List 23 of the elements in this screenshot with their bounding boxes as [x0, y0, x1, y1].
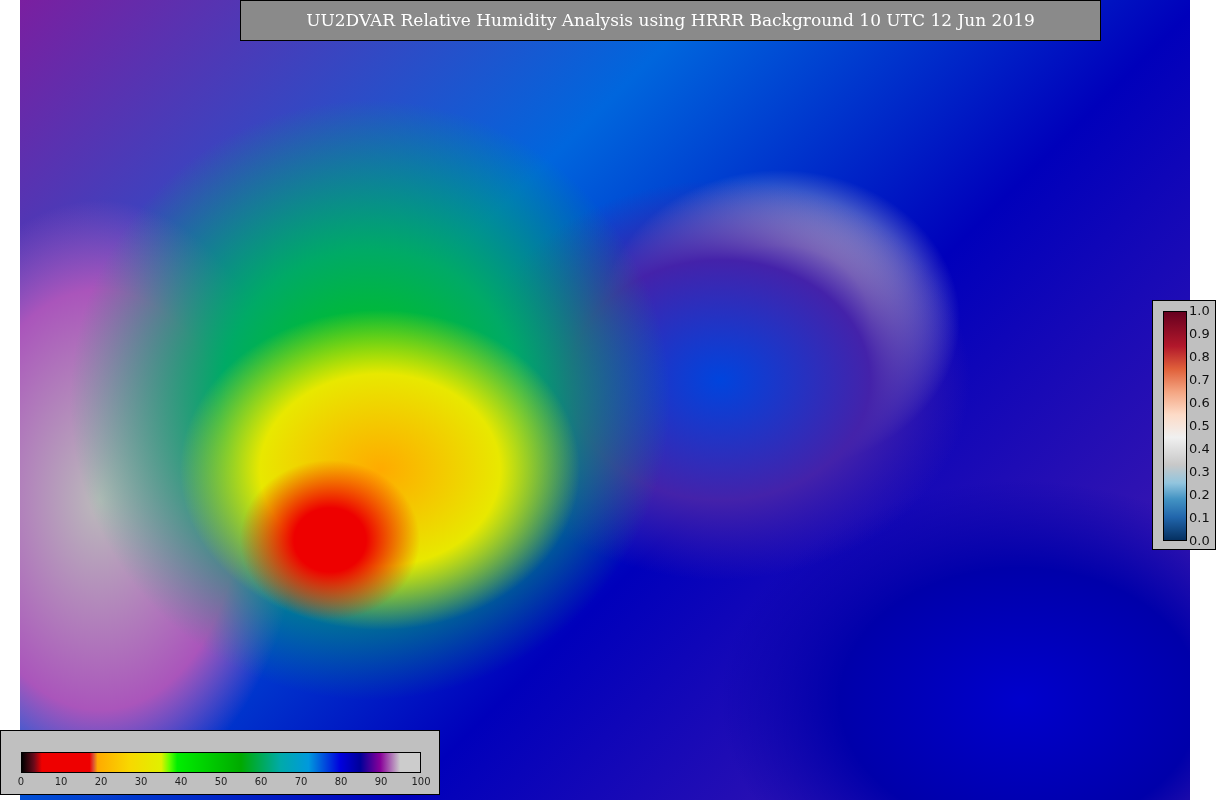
tick-label: 0.4 [1189, 441, 1210, 457]
tick-label: 0.3 [1189, 464, 1210, 480]
tick-label: 70 [293, 775, 309, 789]
tick-label: 90 [373, 775, 389, 789]
tick-label: 0.1 [1189, 510, 1210, 526]
tick-label: 0.0 [1189, 533, 1210, 549]
tick-label: 20 [93, 775, 109, 789]
tick-label: 0.6 [1189, 395, 1210, 411]
tick-label: 0 [16, 775, 26, 789]
tick-label: 100 [410, 775, 432, 789]
tick-label: 40 [173, 775, 189, 789]
tick-label: 80 [333, 775, 349, 789]
tick-label: 0.2 [1189, 487, 1210, 503]
tick-label: 10 [53, 775, 69, 789]
tick-label: 30 [133, 775, 149, 789]
tick-label: 0.5 [1189, 418, 1210, 434]
tick-label: 50 [213, 775, 229, 789]
map-title: UU2DVAR Relative Humidity Analysis using HRRR Background 10 UTC 12 Jun 2019 [306, 8, 1035, 32]
tick-label: 1.0 [1189, 303, 1210, 319]
tick-label: 0.7 [1189, 372, 1210, 388]
tick-label: 60 [253, 775, 269, 789]
tick-label: 0.9 [1189, 326, 1210, 342]
tick-label: 0.8 [1189, 349, 1210, 365]
